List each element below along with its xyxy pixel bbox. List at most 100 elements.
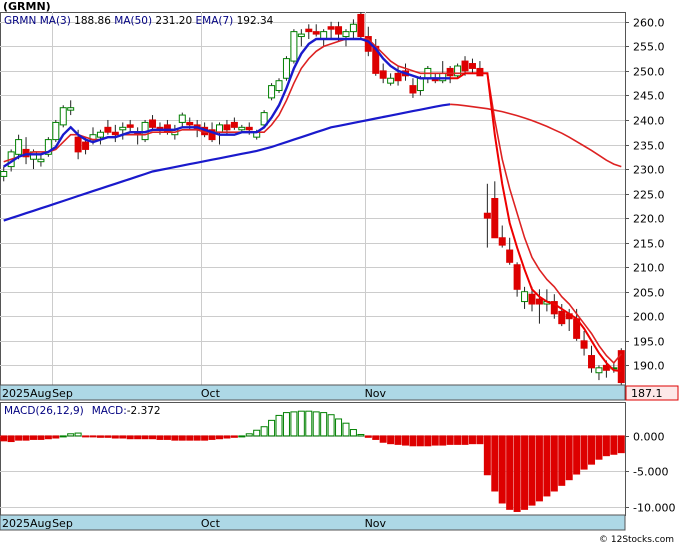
macd-bar bbox=[379, 435, 387, 443]
macd-bar bbox=[372, 435, 380, 440]
candle-body bbox=[178, 114, 186, 123]
candle-body bbox=[15, 139, 23, 155]
candle bbox=[617, 348, 625, 385]
candle bbox=[357, 12, 365, 39]
candle-body bbox=[0, 171, 8, 177]
candle-body bbox=[59, 107, 67, 126]
price-panel: 190.0 195.0 200.0 205.0 210.0 215.0 220.0 225.0… bbox=[0, 12, 679, 401]
candle-body bbox=[268, 85, 276, 99]
candle-body bbox=[446, 67, 454, 77]
candle-body bbox=[282, 58, 290, 79]
candle-body bbox=[163, 124, 171, 133]
macd-bar bbox=[89, 435, 97, 438]
macd-bar bbox=[37, 435, 45, 440]
macd-bar bbox=[52, 435, 60, 439]
candle-body bbox=[476, 67, 484, 77]
macd-date-band bbox=[0, 514, 626, 531]
macd-bar bbox=[558, 435, 566, 486]
macd-bar bbox=[238, 435, 246, 438]
candle-body bbox=[558, 310, 566, 325]
macd-bar bbox=[349, 429, 357, 437]
macd-bar bbox=[96, 435, 104, 438]
macd-bar bbox=[0, 435, 8, 442]
price-tick-label: 195.0 bbox=[633, 336, 665, 349]
price-tick-label: 205.0 bbox=[633, 287, 665, 300]
candle bbox=[282, 56, 290, 81]
candle-body bbox=[454, 65, 462, 77]
macd-bar bbox=[476, 435, 484, 445]
macd-bar bbox=[215, 435, 223, 440]
candle-body bbox=[52, 121, 60, 141]
macd-bar bbox=[119, 435, 127, 439]
candle-body bbox=[297, 33, 305, 38]
candle-body bbox=[387, 77, 395, 84]
macd-bar bbox=[223, 435, 231, 439]
legend-ma50-label: MA(50) bbox=[114, 15, 152, 27]
macd-bar bbox=[580, 435, 588, 470]
candle-body bbox=[595, 367, 603, 374]
macd-bar bbox=[550, 435, 558, 492]
macd-bar bbox=[134, 435, 142, 440]
candle-body bbox=[149, 119, 157, 128]
macd-bar bbox=[387, 435, 395, 445]
macd-legend: MACD(26,12,9) MACD:-2.372 bbox=[4, 405, 161, 417]
candle-body bbox=[535, 298, 543, 305]
legend-ema7-label: EMA(7) bbox=[196, 15, 234, 27]
macd-tick-label: -10.000 bbox=[633, 502, 675, 515]
legend-symbol: GRMN bbox=[4, 15, 36, 27]
price-tick-label: 210.0 bbox=[633, 262, 665, 275]
price-date-band bbox=[0, 384, 626, 401]
candle-body bbox=[379, 70, 387, 79]
macd-legend-value: -2.372 bbox=[127, 405, 161, 417]
candle-body bbox=[416, 77, 424, 92]
macd-bar bbox=[320, 412, 328, 437]
macd-bar bbox=[506, 435, 514, 510]
macd-bar bbox=[454, 435, 462, 445]
candle-body bbox=[528, 293, 536, 305]
price-tick-label: 190.0 bbox=[633, 360, 665, 373]
candle-body bbox=[305, 28, 313, 33]
candle-body bbox=[215, 124, 223, 133]
candle-body bbox=[238, 126, 246, 131]
candle bbox=[290, 29, 298, 64]
macd-bar bbox=[602, 435, 610, 457]
macd-bar bbox=[74, 432, 82, 437]
price-tick-label: 260.0 bbox=[633, 17, 665, 30]
last-price-label: 187.1 bbox=[631, 387, 663, 400]
macd-bar bbox=[44, 435, 52, 440]
price-tick-label: 255.0 bbox=[633, 41, 665, 54]
candle-body bbox=[245, 126, 253, 131]
macd-bar bbox=[535, 435, 543, 502]
candle-body bbox=[186, 121, 194, 126]
candle-body bbox=[491, 198, 499, 239]
candle-body bbox=[126, 124, 134, 128]
legend-ma3-value: 188.86 bbox=[74, 15, 111, 27]
candle-body bbox=[119, 126, 127, 131]
macd-bar bbox=[446, 435, 454, 445]
macd-bar bbox=[327, 414, 335, 437]
macd-bar bbox=[111, 435, 119, 439]
candle-body bbox=[461, 60, 469, 72]
candle-body bbox=[342, 31, 350, 38]
macd-tick-label: -5.000 bbox=[633, 466, 668, 479]
macd-date-label: 2025Aug bbox=[2, 517, 51, 530]
macd-bar bbox=[335, 418, 343, 437]
footer-copyright: © 12Stocks.com bbox=[599, 535, 674, 545]
candle-body bbox=[96, 131, 104, 138]
candle-body bbox=[74, 136, 82, 153]
macd-date-label: Nov bbox=[365, 517, 387, 530]
candle-body bbox=[483, 212, 491, 219]
macd-bar bbox=[282, 412, 290, 437]
macd-bar bbox=[29, 435, 37, 440]
macd-bar bbox=[468, 435, 476, 445]
macd-bar bbox=[171, 435, 179, 441]
macd-bar bbox=[364, 435, 372, 438]
price-tick-label: 250.0 bbox=[633, 66, 665, 79]
macd-bar bbox=[59, 435, 67, 438]
macd-bar bbox=[104, 435, 112, 438]
macd-bar bbox=[22, 435, 30, 441]
candle-body bbox=[290, 31, 298, 62]
candle bbox=[59, 105, 67, 128]
macd-bar bbox=[513, 435, 521, 512]
price-tick-label: 200.0 bbox=[633, 311, 665, 324]
